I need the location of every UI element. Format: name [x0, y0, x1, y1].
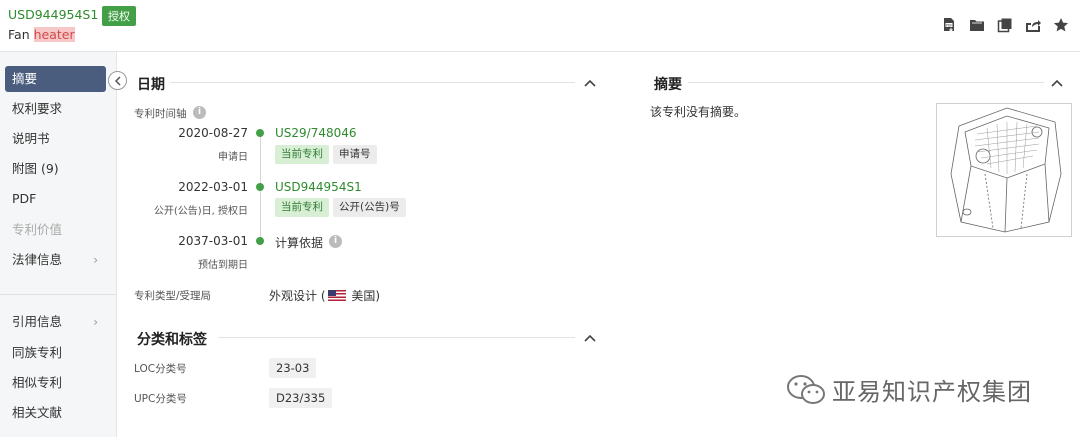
- info-icon[interactable]: i: [329, 235, 342, 248]
- sidebar-item-related-docs[interactable]: 相关文献: [5, 400, 106, 426]
- timeline-date-type: 申请日: [218, 152, 248, 163]
- timeline-date-type: 公开(公告)日, 授权日: [153, 206, 248, 217]
- sidebar-item-citations[interactable]: 引用信息 ›: [5, 309, 106, 335]
- patent-type-text: 外观设计 (: [269, 289, 326, 303]
- timeline-date: 2022-03-01: [178, 180, 248, 194]
- sidebar-item-family[interactable]: 同族专利: [5, 340, 106, 366]
- abstract-section-title: 摘要: [654, 77, 682, 93]
- svg-text:PDF: PDF: [946, 23, 953, 27]
- chevron-left-icon: [114, 75, 121, 86]
- export-icon[interactable]: [1024, 16, 1042, 34]
- sidebar-item-abstract[interactable]: 摘要: [5, 66, 106, 92]
- calculation-basis: 计算依据: [275, 236, 324, 250]
- current-patent-tag: 当前专利: [275, 145, 329, 164]
- title-highlight: heater: [33, 27, 75, 42]
- sidebar-item-description[interactable]: 说明书: [5, 126, 106, 152]
- dates-section-title: 日期: [137, 77, 165, 93]
- abstract-text: 该专利没有摘要。: [650, 105, 747, 119]
- application-number-tag: 申请号: [333, 145, 377, 164]
- application-number-link[interactable]: US29/748046: [275, 126, 357, 140]
- patent-id[interactable]: USD944954S1: [8, 7, 98, 22]
- classification-section-title: 分类和标签: [137, 332, 207, 348]
- patent-type-label: 专利类型/受理局: [134, 290, 212, 302]
- timeline-dot: [256, 237, 264, 245]
- section-divider: [688, 82, 1044, 83]
- sidebar-nav: 摘要 权利要求 说明书 附图 (9) PDF 专利价值 法律信息 › 引用信息 › …: [0, 52, 117, 437]
- upc-value[interactable]: D23/335: [269, 388, 333, 408]
- folder-icon[interactable]: [968, 16, 986, 34]
- sidebar-item-pdf[interactable]: PDF: [5, 186, 106, 212]
- sidebar-item-claims[interactable]: 权利要求: [5, 96, 106, 122]
- patent-drawing-thumbnail[interactable]: [936, 103, 1072, 237]
- patent-title: Fan heater: [8, 27, 75, 42]
- sidebar-item-label: 引用信息: [12, 314, 63, 329]
- sidebar-item-label: 权利要求: [12, 101, 63, 116]
- title-text: Fan: [8, 27, 34, 42]
- sidebar-item-patent-value: 专利价值: [5, 217, 106, 243]
- publication-number-link[interactable]: USD944954S1: [275, 180, 362, 194]
- chevron-up-icon[interactable]: [1050, 78, 1064, 88]
- status-badge: 授权: [102, 6, 136, 26]
- loc-value[interactable]: 23-03: [269, 358, 317, 378]
- chevron-right-icon: ›: [93, 253, 98, 267]
- country-text: 美国): [351, 289, 381, 303]
- timeline-date-type: 预估到期日: [198, 260, 248, 271]
- sidebar-item-label: 相关文献: [12, 405, 63, 420]
- sidebar-item-drawings[interactable]: 附图 (9): [5, 156, 106, 182]
- sidebar-item-label: 说明书: [12, 131, 50, 146]
- toolbar: PDF: [940, 16, 1070, 34]
- info-icon[interactable]: i: [193, 106, 206, 119]
- loc-label: LOC分类号: [134, 363, 187, 375]
- watermark: 亚易知识产权集团: [786, 372, 1032, 407]
- timeline-dot: [256, 183, 264, 191]
- section-divider: [218, 337, 575, 338]
- collapse-sidebar-button[interactable]: [108, 71, 127, 90]
- sidebar-item-label: 附图 (9): [12, 161, 59, 176]
- timeline-date: 2037-03-01: [178, 234, 248, 248]
- copy-icon[interactable]: [996, 16, 1014, 34]
- sidebar-item-label: PDF: [12, 191, 37, 206]
- sidebar-item-label: 同族专利: [12, 345, 63, 360]
- sidebar-item-label: 摘要: [12, 71, 38, 86]
- us-flag-icon: [327, 290, 346, 301]
- publication-number-tag: 公开(公告)号: [333, 198, 406, 217]
- sidebar-item-label: 专利价值: [12, 222, 63, 237]
- watermark-text: 亚易知识产权集团: [832, 378, 1032, 406]
- wechat-icon: [787, 374, 825, 404]
- patent-type-value: 外观设计 ( 美国): [269, 287, 380, 304]
- star-icon[interactable]: [1052, 16, 1070, 34]
- chevron-up-icon[interactable]: [583, 333, 597, 343]
- sidebar-item-label: 法律信息: [12, 252, 63, 267]
- pdf-download-icon[interactable]: PDF: [940, 16, 958, 34]
- chevron-right-icon: ›: [93, 315, 98, 329]
- upc-label: UPC分类号: [134, 393, 187, 405]
- timeline-date: 2020-08-27: [178, 126, 248, 140]
- sidebar-divider: [0, 294, 116, 295]
- sidebar-item-legal-info[interactable]: 法律信息 ›: [5, 247, 106, 273]
- timeline-label: 专利时间轴: [134, 108, 187, 120]
- current-patent-tag: 当前专利: [275, 198, 329, 217]
- header-bar: USD944954S1 授权 Fan heater PDF: [0, 0, 1080, 52]
- sidebar-item-label: 相似专利: [12, 375, 63, 390]
- chevron-up-icon[interactable]: [583, 78, 597, 88]
- sidebar-item-similar[interactable]: 相似专利: [5, 370, 106, 396]
- section-divider: [170, 82, 575, 83]
- timeline-dot: [256, 129, 264, 137]
